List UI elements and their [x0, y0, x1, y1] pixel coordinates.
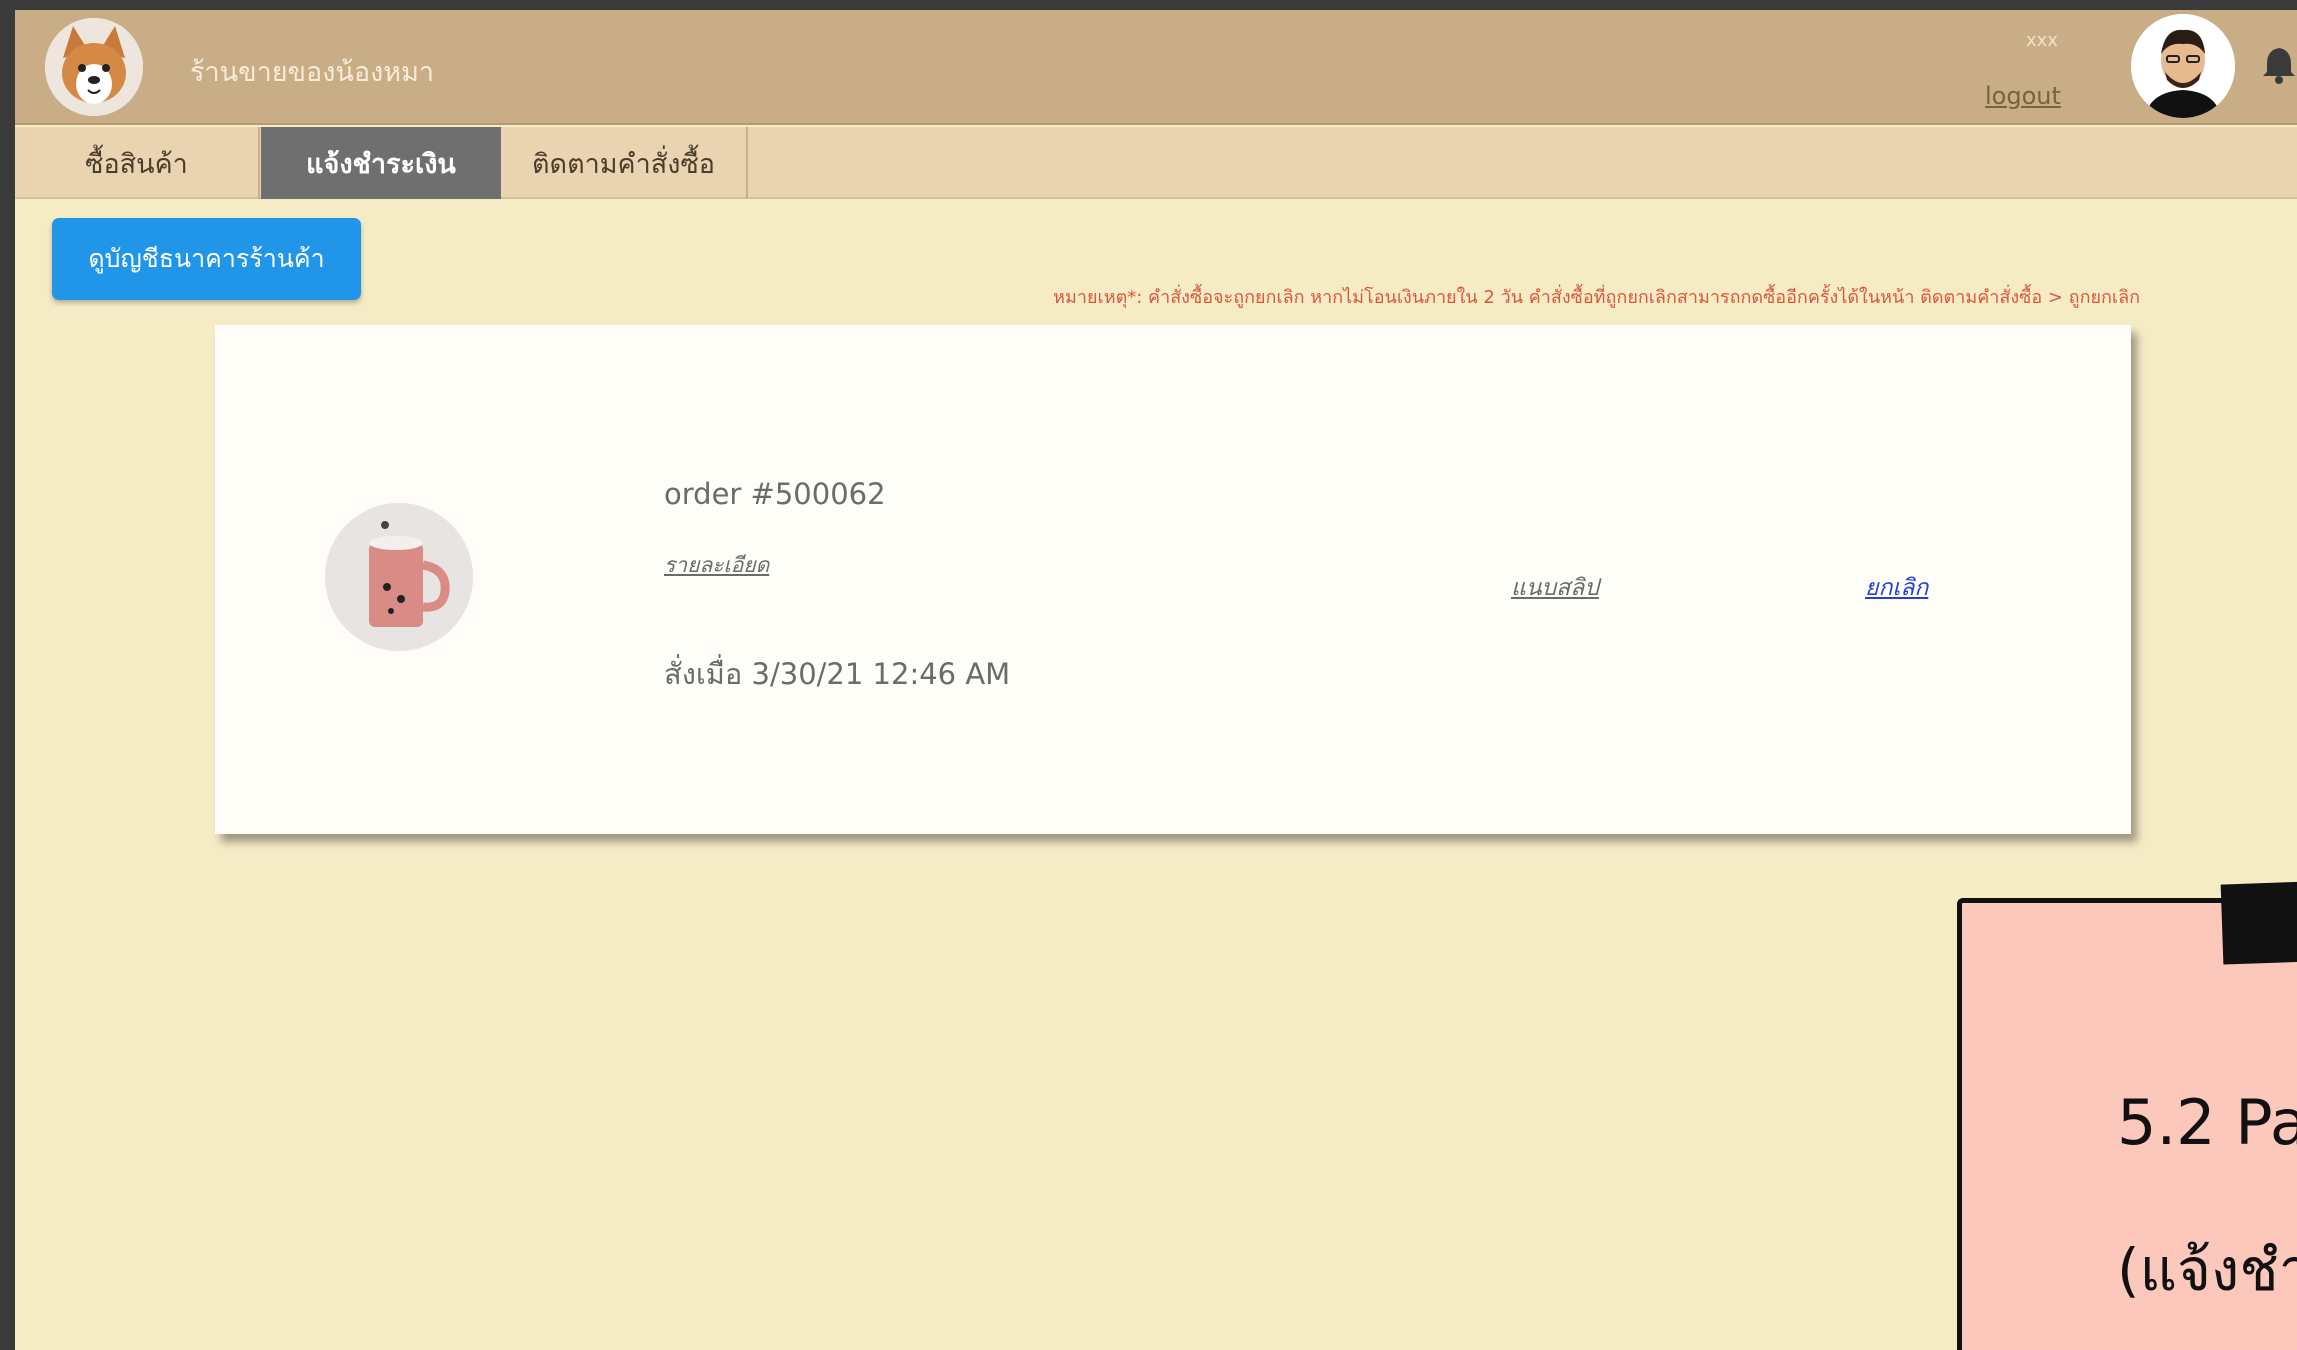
top-bar: ร้านขายของน้องหมา xxx logout: [15, 10, 2297, 125]
user-name: xxx: [2026, 30, 2058, 51]
tab-buy-products[interactable]: ซื้อสินค้า: [15, 127, 260, 199]
tab-bar: ซื้อสินค้า แจ้งชำระเงิน ติดตามคำสั่งซื้อ: [15, 127, 2297, 199]
tab-payment-notification[interactable]: แจ้งชำระเงิน: [261, 127, 501, 199]
view-shop-bank-accounts-button[interactable]: ดูบัญชีธนาคารร้านค้า: [52, 218, 361, 300]
user-avatar-icon[interactable]: [2131, 14, 2235, 118]
shop-name: ร้านขายของน้องหมา: [190, 57, 435, 88]
cancellation-note: หมายเหตุ*: คำสั่งซื้อจะถูกยกเลิก หากไม่โ…: [1053, 287, 2140, 308]
order-date: สั่งเมื่อ 3/30/21 12:46 AM: [664, 657, 1011, 691]
app-screen: ร้านขายของน้องหมา xxx logout ซื้อสินค้า …: [15, 10, 2297, 1350]
sticky-note-subtitle: (แจ้งชำ: [2117, 1236, 2297, 1304]
sticky-note-title: 5.2 Pa: [2117, 1086, 2297, 1159]
attach-slip-link[interactable]: แนบสลิป: [1511, 570, 1599, 606]
cancel-order-link[interactable]: ยกเลิก: [1865, 570, 1928, 606]
order-card: order #500062 รายละเอียด สั่งเมื่อ 3/30/…: [215, 325, 2131, 834]
logout-link[interactable]: logout: [1985, 82, 2061, 110]
sticky-note-tape: [2220, 881, 2297, 965]
bell-icon[interactable]: [2261, 44, 2297, 84]
order-number: order #500062: [664, 477, 886, 511]
order-details-link[interactable]: รายละเอียด: [664, 549, 769, 582]
tab-track-orders[interactable]: ติดตามคำสั่งซื้อ: [501, 127, 748, 199]
corgi-logo-icon[interactable]: [45, 18, 143, 116]
pink-mug-image-icon: [325, 503, 473, 651]
